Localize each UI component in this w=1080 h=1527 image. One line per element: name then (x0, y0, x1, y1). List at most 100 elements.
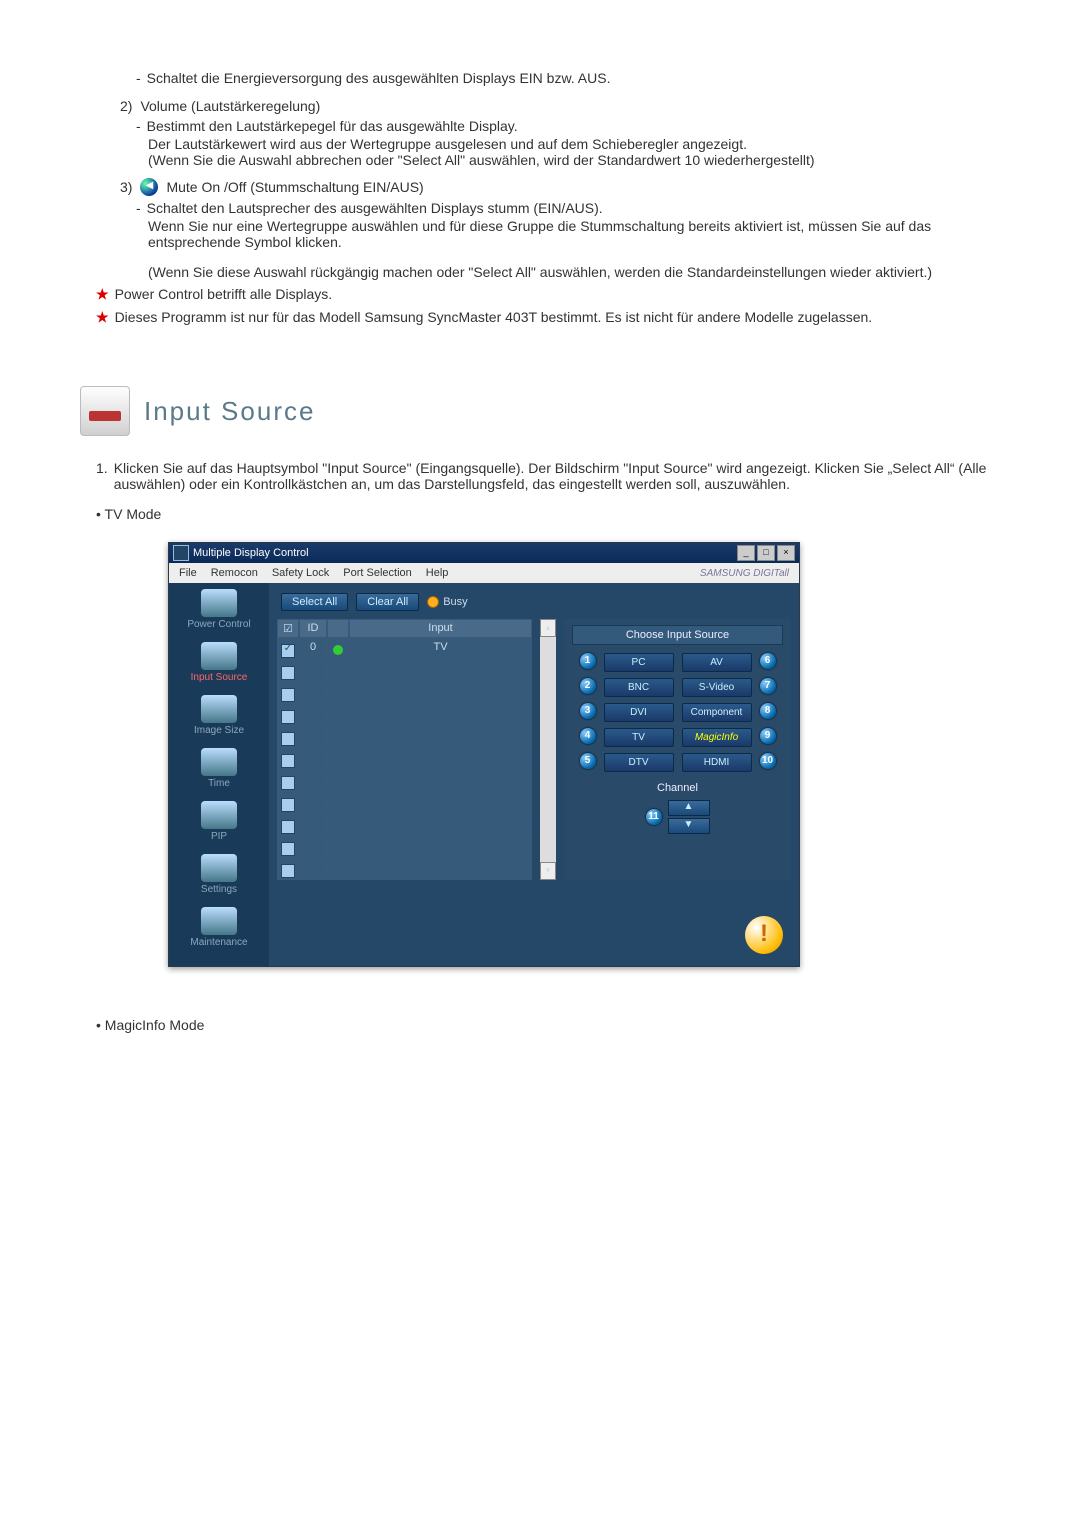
source-component[interactable]: Component (682, 703, 752, 722)
input-source-icon (80, 386, 130, 436)
menu-port-selection[interactable]: Port Selection (343, 567, 411, 579)
menu-file[interactable]: File (179, 567, 197, 579)
table-row[interactable] (277, 704, 532, 726)
sidebar-item-label: Settings (171, 884, 267, 895)
table-scrollbar[interactable]: ▴ ▾ (540, 619, 556, 880)
row-checkbox[interactable] (281, 842, 295, 856)
menu-safety-lock[interactable]: Safety Lock (272, 567, 329, 579)
sidebar-item-label: Maintenance (171, 937, 267, 948)
sidebar-icon (201, 801, 237, 829)
callout-2: 2 (580, 678, 596, 694)
info-icon[interactable] (745, 916, 783, 954)
callout-5: 5 (580, 753, 596, 769)
titlebar: Multiple Display Control _ □ × (169, 543, 799, 563)
source-bnc[interactable]: BNC (604, 678, 674, 697)
sidebar-item-label: Input Source (171, 672, 267, 683)
callout-10: 10 (760, 753, 776, 769)
sidebar: Power Control Input Source Image Size Time P… (169, 583, 269, 966)
sidebar-icon (201, 748, 237, 776)
table-row[interactable]: 0TV (277, 638, 532, 660)
row-checkbox[interactable] (281, 798, 295, 812)
sidebar-item-settings[interactable]: Settings (169, 848, 269, 901)
scroll-up-button[interactable]: ▴ (540, 619, 556, 637)
menu-remocon[interactable]: Remocon (211, 567, 258, 579)
clear-all-button[interactable]: Clear All (356, 593, 419, 611)
table-row[interactable] (277, 682, 532, 704)
row-checkbox[interactable] (281, 644, 295, 658)
sidebar-item-time[interactable]: Time (169, 742, 269, 795)
sidebar-item-maintenance[interactable]: Maintenance (169, 901, 269, 954)
col-id: ID (299, 619, 327, 638)
callout-4: 4 (580, 728, 596, 744)
source-hdmi[interactable]: HDMI (682, 753, 752, 772)
source-magicinfo[interactable]: MagicInfo (682, 728, 752, 747)
star-icon: ★ (96, 309, 109, 326)
table-row[interactable] (277, 858, 532, 880)
callout-1: 1 (580, 653, 596, 669)
section-title: Input Source (144, 396, 315, 427)
bullet-tv-mode: TV Mode (96, 506, 1000, 522)
select-all-button[interactable]: Select All (281, 593, 348, 611)
source-tv[interactable]: TV (604, 728, 674, 747)
sidebar-icon (201, 589, 237, 617)
display-table: ☑ ID Input 0TV (277, 619, 532, 880)
sidebar-item-label: PIP (171, 831, 267, 842)
maximize-button[interactable]: □ (757, 545, 775, 561)
row-checkbox[interactable] (281, 820, 295, 834)
row-checkbox[interactable] (281, 710, 295, 724)
callout-6: 6 (760, 653, 776, 669)
sidebar-icon (201, 907, 237, 935)
note-power: ★ Power Control betrifft alle Displays. (96, 286, 1000, 303)
section-desc: Klicken Sie auf das Hauptsymbol "Input S… (114, 460, 1000, 492)
channel-label: Channel (580, 782, 776, 794)
channel-down-button[interactable]: ▼ (668, 818, 710, 834)
row-checkbox[interactable] (281, 776, 295, 790)
source-dtv[interactable]: DTV (604, 753, 674, 772)
sidebar-icon (201, 854, 237, 882)
table-row[interactable] (277, 660, 532, 682)
table-row[interactable] (277, 770, 532, 792)
sidebar-icon (201, 695, 237, 723)
row-checkbox[interactable] (281, 666, 295, 680)
sidebar-item-pip[interactable]: PIP (169, 795, 269, 848)
row-checkbox[interactable] (281, 732, 295, 746)
close-button[interactable]: × (777, 545, 795, 561)
busy-icon (427, 596, 439, 608)
source-av[interactable]: AV (682, 653, 752, 672)
sidebar-icon (201, 642, 237, 670)
sidebar-item-label: Image Size (171, 725, 267, 736)
sidebar-item-power-control[interactable]: Power Control (169, 583, 269, 636)
table-row[interactable] (277, 836, 532, 858)
row-checkbox[interactable] (281, 688, 295, 702)
note-model: ★ Dieses Programm ist nur für das Modell… (96, 309, 1000, 326)
table-row[interactable] (277, 792, 532, 814)
col-check[interactable]: ☑ (277, 619, 299, 638)
row-checkbox[interactable] (281, 864, 295, 878)
menu-help[interactable]: Help (426, 567, 449, 579)
busy-indicator: Busy (427, 596, 467, 608)
callout-3: 3 (580, 703, 596, 719)
callout-11: 11 (646, 809, 662, 825)
star-icon: ★ (96, 286, 109, 303)
section-input-source: Input Source (80, 386, 1000, 436)
sidebar-item-label: Time (171, 778, 267, 789)
row-checkbox[interactable] (281, 754, 295, 768)
source-dvi[interactable]: DVI (604, 703, 674, 722)
table-row[interactable] (277, 814, 532, 836)
table-row[interactable] (277, 726, 532, 748)
callout-8: 8 (760, 703, 776, 719)
minimize-button[interactable]: _ (737, 545, 755, 561)
item-mute-title: Mute On /Off (Stummschaltung EIN/AUS) (166, 179, 423, 195)
sidebar-item-input-source[interactable]: Input Source (169, 636, 269, 689)
table-row[interactable] (277, 748, 532, 770)
source-s-video[interactable]: S-Video (682, 678, 752, 697)
col-input: Input (349, 619, 532, 638)
samsung-logo: SAMSUNG DIGITall (700, 568, 789, 579)
sidebar-item-image-size[interactable]: Image Size (169, 689, 269, 742)
col-status (327, 619, 349, 638)
app-title: Multiple Display Control (193, 547, 309, 559)
scroll-down-button[interactable]: ▾ (540, 862, 556, 880)
channel-up-button[interactable]: ▲ (668, 800, 710, 816)
source-pc[interactable]: PC (604, 653, 674, 672)
item-mute: 3) Mute On /Off (Stummschaltung EIN/AUS) (120, 178, 1000, 196)
